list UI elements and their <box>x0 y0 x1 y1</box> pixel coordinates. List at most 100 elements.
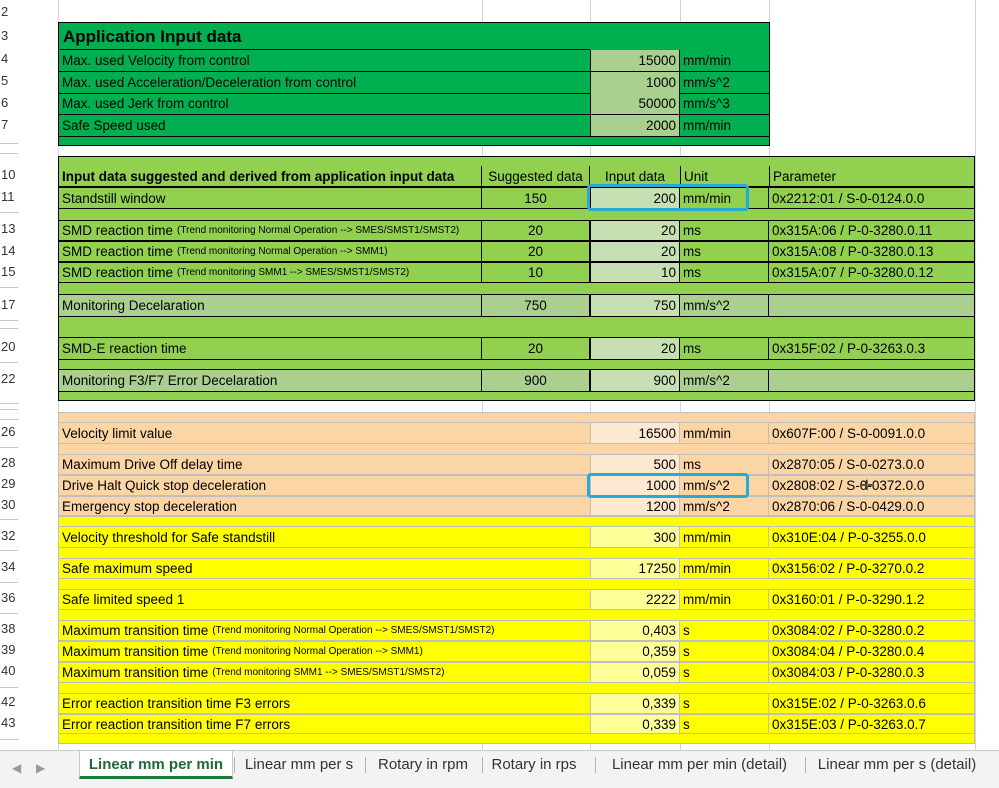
row-header[interactable]: 5 <box>0 74 18 87</box>
row-header[interactable]: 14 <box>0 244 18 257</box>
app-section-title: Application Input data <box>60 24 590 50</box>
input-data-label[interactable]: SMD reaction time (Trend monitoring Norma… <box>59 220 482 241</box>
tab-scroll-right-icon[interactable]: ▶ <box>36 761 45 775</box>
row-header[interactable]: 7 <box>0 118 18 131</box>
safety-value[interactable]: 300 <box>590 526 680 548</box>
row-header[interactable]: 22 <box>0 372 18 385</box>
row-header[interactable]: 6 <box>0 96 18 109</box>
input-data-label[interactable]: SMD reaction time (Trend monitoring SMM1 … <box>59 262 482 283</box>
row-header[interactable]: 26 <box>0 425 18 438</box>
sheet-tab[interactable]: Linear mm per s (detail) <box>807 751 987 779</box>
tab-separator <box>365 757 366 773</box>
row-header[interactable]: 10 <box>0 168 18 181</box>
drive-unit: mm/min <box>680 422 769 444</box>
app-input-label[interactable]: Max. used Acceleration/Deceleration from… <box>59 72 590 94</box>
row-label-note: (Trend monitoring Normal Operation --> S… <box>212 646 423 657</box>
drive-value[interactable]: 500 <box>590 454 680 475</box>
app-input-unit[interactable]: mm/min <box>680 50 769 72</box>
row-divider <box>0 403 18 404</box>
safety-label[interactable]: Error reaction transition time F7 errors <box>59 714 590 734</box>
input-value-field[interactable]: 20 <box>590 337 680 360</box>
drive-label[interactable]: Drive Halt Quick stop deceleration <box>59 475 590 496</box>
app-input-unit[interactable]: mm/s^2 <box>680 72 769 94</box>
row-header[interactable]: 28 <box>0 456 18 469</box>
drive-label[interactable]: Maximum Drive Off delay time <box>59 454 590 475</box>
app-input-label[interactable]: Max. used Velocity from control <box>59 50 590 72</box>
row-header[interactable]: 4 <box>0 52 18 65</box>
row-header[interactable]: 11 <box>0 190 18 203</box>
row-header[interactable]: 20 <box>0 340 18 353</box>
row-header[interactable]: 38 <box>0 622 18 635</box>
safety-value[interactable]: 17250 <box>590 558 680 579</box>
safety-unit: s <box>680 620 769 641</box>
input-value-field[interactable]: 900 <box>590 369 680 392</box>
safety-label[interactable]: Safe limited speed 1 <box>59 589 590 610</box>
sheet-tab[interactable]: Rotary in rps <box>484 751 584 779</box>
sheet-tab[interactable]: Rotary in rpm <box>367 751 479 779</box>
input-value-field[interactable]: 750 <box>590 294 680 317</box>
drive-label[interactable]: Emergency stop deceleration <box>59 496 590 516</box>
spreadsheet-grid[interactable]: Application Input data Max. used Velocity… <box>0 0 999 750</box>
input-data-label[interactable]: Monitoring F3/F7 Error Decelaration <box>59 369 482 392</box>
app-input-value[interactable]: 15000 <box>590 50 680 72</box>
row-label-note: (Trend monitoring Normal Operation --> S… <box>177 246 388 257</box>
safety-label[interactable]: Maximum transition time (Trend monitoring… <box>59 620 590 641</box>
input-data-label[interactable]: Standstill window <box>59 187 482 209</box>
safety-value[interactable]: 0,359 <box>590 641 680 662</box>
row-header[interactable]: 17 <box>0 298 18 311</box>
row-divider <box>0 212 18 213</box>
parameter-cell <box>769 369 974 392</box>
safety-value[interactable]: 0,403 <box>590 620 680 641</box>
row-header[interactable]: 15 <box>0 265 18 278</box>
row-header[interactable]: 43 <box>0 716 18 729</box>
row-label: SMD-E reaction time <box>62 341 187 356</box>
input-value-field[interactable]: 10 <box>590 262 680 283</box>
row-header[interactable]: 13 <box>0 222 18 235</box>
suggested-value: 900 <box>482 369 590 392</box>
app-input-value[interactable]: 1000 <box>590 72 680 94</box>
parameter-cell <box>769 294 974 317</box>
row-header[interactable]: 39 <box>0 643 18 656</box>
app-input-unit[interactable]: mm/min <box>680 115 769 137</box>
safety-label[interactable]: Safe maximum speed <box>59 558 590 579</box>
safety-value[interactable]: 0,059 <box>590 662 680 683</box>
row-header[interactable]: 36 <box>0 591 18 604</box>
row-header[interactable]: 42 <box>0 695 18 708</box>
app-input-unit[interactable]: mm/s^3 <box>680 93 769 115</box>
row-header[interactable]: 34 <box>0 560 18 573</box>
drive-label[interactable]: Velocity limit value <box>59 422 590 444</box>
app-input-label[interactable]: Safe Speed used <box>59 115 590 137</box>
safety-value[interactable]: 0,339 <box>590 693 680 714</box>
row-header[interactable]: 30 <box>0 498 18 511</box>
app-input-value[interactable]: 50000 <box>590 93 680 115</box>
row-label: Error reaction transition time F7 errors <box>62 716 291 732</box>
input-data-label[interactable]: Monitoring Decelaration <box>59 294 482 317</box>
app-input-label[interactable]: Max. used Jerk from control <box>59 93 590 115</box>
safety-value[interactable]: 0,339 <box>590 714 680 734</box>
sheet-tab[interactable]: Linear mm per s <box>236 751 362 779</box>
tab-scroll-left-icon[interactable]: ◀ <box>12 761 21 775</box>
row-header[interactable]: 32 <box>0 529 18 542</box>
input-value-field[interactable]: 20 <box>590 241 680 262</box>
drive-value[interactable]: 1200 <box>590 496 680 516</box>
input-value-field[interactable]: 20 <box>590 220 680 241</box>
input-data-label[interactable]: SMD-E reaction time <box>59 337 482 360</box>
safety-label[interactable]: Maximum transition time (Trend monitoring… <box>59 662 590 683</box>
row-header[interactable]: 3 <box>0 29 18 42</box>
safety-value[interactable]: 2222 <box>590 589 680 610</box>
safety-label[interactable]: Error reaction transition time F3 errors <box>59 693 590 714</box>
row-header[interactable]: 2 <box>0 5 18 18</box>
safety-label[interactable]: Maximum transition time (Trend monitoring… <box>59 641 590 662</box>
safety-label[interactable]: Velocity threshold for Safe standstill <box>59 526 590 548</box>
safety-parameter: 0x3084:02 / P-0-3280.0.2 <box>769 620 974 641</box>
sheet-tab[interactable]: Linear mm per min (detail) <box>597 751 802 779</box>
drive-value[interactable]: 16500 <box>590 422 680 444</box>
unit-cell: ms <box>680 337 769 360</box>
app-input-value[interactable]: 2000 <box>590 115 680 137</box>
row-header[interactable]: 40 <box>0 664 18 677</box>
sheet-tab[interactable]: Linear mm per min <box>79 751 233 779</box>
unit-cell: mm/s^2 <box>680 369 769 392</box>
row-header[interactable]: 29 <box>0 477 18 490</box>
row-label: Standstill window <box>62 190 166 206</box>
input-data-label[interactable]: SMD reaction time (Trend monitoring Norma… <box>59 241 482 262</box>
